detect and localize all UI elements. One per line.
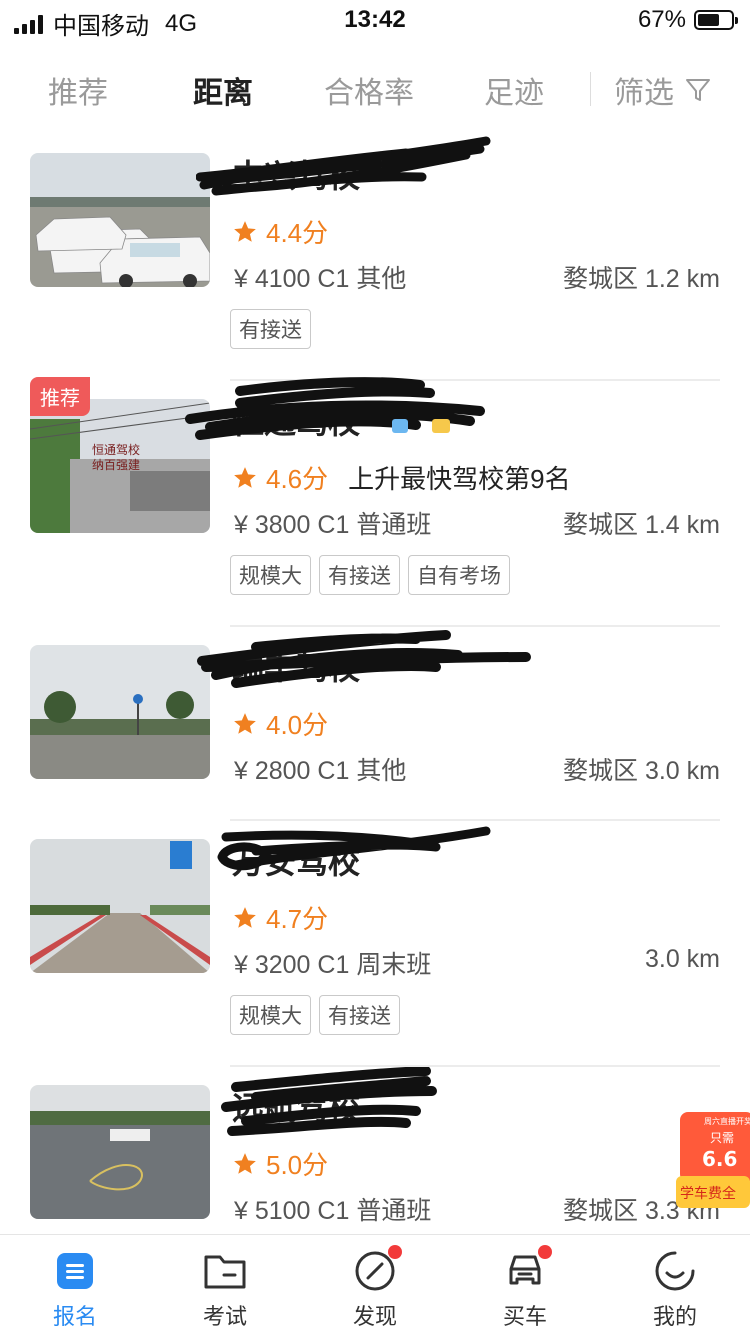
- battery-icon: [694, 10, 738, 30]
- star-icon: [234, 906, 256, 928]
- tab-footprint[interactable]: 足迹: [484, 68, 544, 112]
- tag: 自有考场: [408, 555, 510, 595]
- price-info: ¥ 5100 C1 普通班: [234, 1197, 432, 1225]
- star-icon: [234, 1152, 256, 1174]
- notification-dot: [538, 1245, 552, 1259]
- bottom-nav: 报名 考试 发现 买车 我的: [0, 1234, 750, 1335]
- rating-score: 4.4分: [266, 218, 329, 248]
- redaction-scribble: [217, 826, 491, 871]
- promo-floating-banner[interactable]: 周六直播开奖 只需 6.6 学车费全: [676, 1108, 750, 1212]
- price-info: ¥ 4100 C1 其他: [234, 265, 407, 293]
- svg-text:恒通驾校: 恒通驾校: [92, 442, 140, 457]
- battery-percent: 67%: [637, 6, 686, 33]
- rating: 4.4分: [232, 213, 328, 250]
- signup-icon: [57, 1253, 93, 1289]
- promo-line1: 周六直播开奖: [704, 1116, 750, 1126]
- nav-profile[interactable]: 我的: [600, 1249, 750, 1331]
- promo-line3: 学车费全: [680, 1185, 736, 1202]
- star-icon: [234, 712, 256, 734]
- tag-list: 有接送: [230, 309, 311, 349]
- rating-score: 4.7分: [266, 904, 329, 934]
- tab-recommend[interactable]: 推荐: [48, 68, 108, 112]
- location-distance: 婺城区 1.2 km: [563, 265, 720, 293]
- redaction-scribble: [185, 377, 485, 440]
- star-icon: [234, 220, 256, 242]
- tab-pass-rate[interactable]: 合格率: [324, 68, 414, 112]
- tag: 有接送: [319, 555, 400, 595]
- redaction-scribble: [221, 1067, 437, 1136]
- school-photo: [30, 1085, 210, 1219]
- svg-text:纳百强建: 纳百强建: [92, 458, 140, 472]
- notification-dot: [388, 1245, 402, 1259]
- tag: 有接送: [230, 309, 311, 349]
- promo-line2: 只需: [710, 1131, 734, 1145]
- filter-icon: [686, 79, 710, 101]
- rating-score: 4.6分: [266, 464, 329, 494]
- nav-discover[interactable]: 发现: [300, 1245, 450, 1331]
- battery-area: 67%: [637, 6, 738, 34]
- price-info: ¥ 3800 C1 普通班: [234, 511, 432, 539]
- tag-list: 规模大 有接送 自有考场: [230, 555, 510, 595]
- sort-tabs: 推荐 距离 合格率 足迹 筛选: [0, 60, 750, 116]
- redaction-scribble: [196, 136, 491, 196]
- tag: 有接送: [319, 995, 400, 1035]
- nav-label: 我的: [652, 1304, 697, 1329]
- price-info: ¥ 2800 C1 其他: [234, 757, 407, 785]
- nav-label: 发现: [352, 1304, 397, 1329]
- price-info: ¥ 3200 C1 周末班: [234, 951, 432, 979]
- school-card[interactable]: 恒通驾校 纳百强建 推荐 恒通驾校 4.6分 上升最快驾校第9名 ¥ 3800 …: [0, 377, 750, 627]
- rating: 4.6分 上升最快驾校第9名: [232, 459, 571, 496]
- rating-score: 4.0分: [266, 710, 329, 740]
- nav-buy-car[interactable]: 买车: [450, 1245, 600, 1331]
- rating-score: 5.0分: [266, 1150, 329, 1180]
- redaction-scribble: [197, 630, 531, 688]
- location-distance: 3.0 km: [644, 945, 720, 973]
- rating: 4.7分: [232, 899, 328, 936]
- profile-smile-icon: [655, 1251, 695, 1291]
- nav-signup[interactable]: 报名: [0, 1249, 150, 1331]
- recommend-badge: 推荐: [30, 377, 90, 416]
- filter-button[interactable]: 筛选: [614, 68, 712, 112]
- nav-label: 报名: [52, 1304, 97, 1329]
- nav-label: 考试: [202, 1304, 247, 1329]
- nav-exam[interactable]: 考试: [150, 1249, 300, 1331]
- location-distance: 婺城区 3.0 km: [563, 757, 720, 785]
- tag: 规模大: [230, 555, 311, 595]
- status-bar: 中国移动 4G 13:42 67%: [0, 0, 750, 40]
- rating: 4.0分: [232, 705, 328, 742]
- filter-label: 筛选: [614, 77, 674, 110]
- star-icon: [234, 466, 256, 488]
- school-card[interactable]: 中兴驾校 4.4分 ¥ 4100 C1 其他 婺城区 1.2 km 有接送: [0, 135, 750, 381]
- exam-folder-icon: [204, 1255, 246, 1289]
- school-photo: [30, 153, 210, 287]
- tab-distance[interactable]: 距离: [193, 68, 253, 112]
- tab-divider: [590, 72, 591, 106]
- school-list: 中兴驾校 4.4分 ¥ 4100 C1 其他 婺城区 1.2 km 有接送 恒通…: [0, 135, 750, 1261]
- school-card[interactable]: 瑞丰驾校 4.0分 ¥ 2800 C1 其他 婺城区 3.0 km: [0, 627, 750, 821]
- rating: 5.0分: [232, 1145, 328, 1182]
- tag: 规模大: [230, 995, 311, 1035]
- promo-amount: 6.6: [702, 1147, 737, 1171]
- school-photo: [30, 839, 210, 973]
- nav-label: 买车: [502, 1304, 547, 1329]
- tag-list: 规模大 有接送: [230, 995, 400, 1035]
- rank-text: 上升最快驾校第9名: [348, 464, 571, 494]
- location-distance: 婺城区 1.4 km: [563, 511, 720, 539]
- school-photo: [30, 645, 210, 779]
- school-card[interactable]: 万安驾校 4.7分 ¥ 3200 C1 周末班 3.0 km 规模大 有接送: [0, 821, 750, 1067]
- school-card[interactable]: 远航驾校 5.0分 ¥ 5100 C1 普通班 婺城区 3.3 km: [0, 1067, 750, 1261]
